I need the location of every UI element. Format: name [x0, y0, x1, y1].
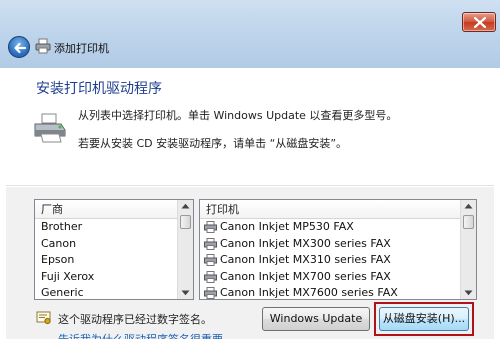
back-arrow-icon	[14, 42, 27, 54]
printer-item-label: Canon Inkjet MX7600 series FAX	[220, 286, 398, 300]
manufacturer-item[interactable]: Epson	[35, 252, 193, 269]
scroll-down-icon[interactable]	[464, 290, 473, 296]
printer-item[interactable]: Canon Inkjet MX300 series FAX	[200, 236, 476, 253]
title-bar	[0, 0, 500, 68]
printer-large-icon	[34, 113, 66, 143]
signature-info-link[interactable]: 告诉我为什么驱动程序签名很重要	[58, 331, 223, 339]
printer-icon	[204, 287, 217, 299]
instruction-text-1: 从列表中选择打印机。单击 Windows Update 以查看更多型号。	[78, 109, 398, 122]
signed-driver-icon	[36, 311, 51, 325]
scroll-up-icon[interactable]	[464, 203, 473, 209]
printer-item[interactable]: Canon Inkjet MP530 FAX	[200, 219, 476, 236]
manufacturer-item[interactable]: Brother	[35, 219, 193, 236]
printer-list-header[interactable]: 打印机	[200, 200, 476, 219]
page-heading: 安装打印机驱动程序	[36, 81, 162, 97]
printer-icon	[204, 237, 217, 250]
windows-update-button[interactable]: Windows Update	[262, 307, 370, 331]
printer-item-label: Canon Inkjet MX300 series FAX	[220, 236, 391, 250]
window-title: 添加打印机	[54, 42, 109, 55]
manufacturer-item[interactable]: Generic	[35, 285, 193, 299]
back-button[interactable]	[8, 36, 30, 58]
printer-icon	[204, 254, 217, 267]
printer-item[interactable]: Canon Inkjet MX7600 series FAX	[200, 285, 476, 300]
scrollbar-thumb[interactable]	[463, 215, 474, 229]
printer-item-label: Canon Inkjet MX700 series FAX	[220, 269, 391, 283]
printer-item-label: Canon Inkjet MX310 series FAX	[220, 253, 391, 267]
manufacturer-list-header[interactable]: 厂商	[35, 200, 193, 219]
manufacturer-scrollbar[interactable]	[177, 200, 193, 299]
printer-item[interactable]: Canon Inkjet MX700 series FAX	[200, 269, 476, 286]
printer-icon	[204, 221, 217, 233]
printer-icon	[35, 38, 51, 54]
manufacturer-item[interactable]: Fuji Xerox	[35, 269, 193, 286]
printer-scrollbar[interactable]	[460, 200, 476, 299]
instruction-text-2: 若要从安装 CD 安装驱动程序，请单击 “从磁盘安装”。	[78, 137, 348, 150]
printer-item[interactable]: Canon Inkjet MX310 series FAX	[200, 252, 476, 269]
printer-icon	[204, 270, 217, 283]
have-disk-button[interactable]: 从磁盘安装(H)...	[379, 307, 469, 331]
scrollbar-thumb[interactable]	[180, 215, 191, 229]
signature-status: 这个驱动程序已经过数字签名。	[58, 313, 212, 326]
scroll-down-icon[interactable]	[181, 290, 190, 296]
manufacturer-item-selected[interactable]: Canon	[35, 235, 193, 253]
close-button[interactable]	[462, 12, 496, 32]
printer-item-label: Canon Inkjet MP530 FAX	[220, 220, 354, 233]
printer-list[interactable]: 打印机 Canon Inkjet MP530 FAX Canon Inkjet …	[199, 199, 477, 300]
scroll-up-icon[interactable]	[181, 203, 190, 209]
close-icon	[474, 17, 486, 28]
manufacturer-list[interactable]: 厂商 Brother Canon Epson Fuji Xerox Generi…	[34, 199, 194, 300]
